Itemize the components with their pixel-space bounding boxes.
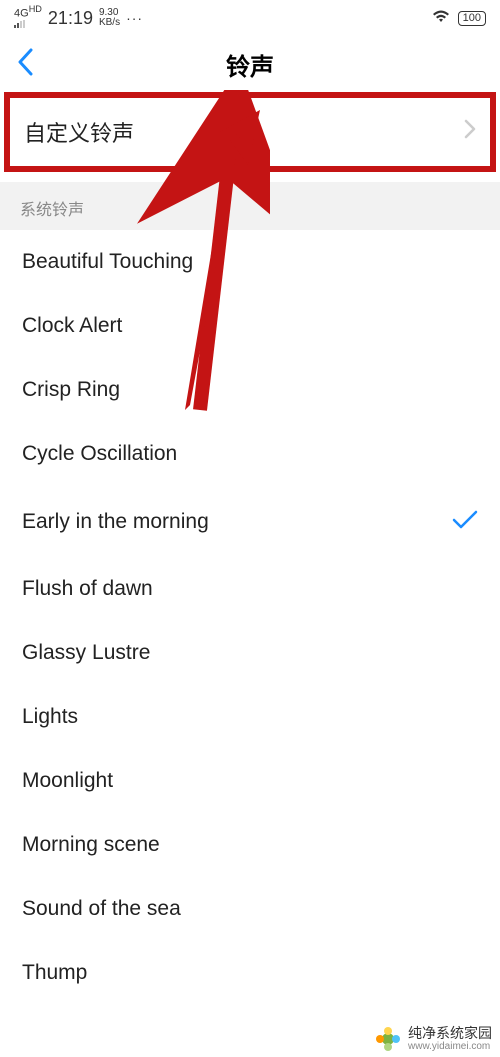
- custom-ringtone-row[interactable]: 自定义铃声: [4, 92, 496, 172]
- more-icon: ···: [126, 10, 143, 26]
- chevron-right-icon: [464, 119, 476, 145]
- nav-header: 铃声: [0, 36, 500, 92]
- ringtone-label: Flush of dawn: [22, 577, 153, 601]
- ringtone-item[interactable]: Beautiful Touching: [0, 230, 500, 294]
- ringtone-label: Clock Alert: [22, 314, 122, 338]
- ringtone-label: Moonlight: [22, 769, 113, 793]
- ringtone-label: Morning scene: [22, 833, 160, 857]
- ringtone-list: Beautiful Touching Clock Alert Crisp Rin…: [0, 230, 500, 1005]
- network-speed: 9.30KB/s: [99, 8, 120, 28]
- watermark: 纯净系统家园 www.yidaimei.com: [366, 1021, 500, 1057]
- ringtone-item[interactable]: Flush of dawn: [0, 557, 500, 621]
- ringtone-item[interactable]: Crisp Ring: [0, 358, 500, 422]
- ringtone-label: Thump: [22, 961, 87, 985]
- status-right: 100: [432, 9, 486, 28]
- ringtone-label: Glassy Lustre: [22, 641, 150, 665]
- ringtone-label: Cycle Oscillation: [22, 442, 177, 466]
- page-title: 铃声: [226, 47, 274, 82]
- ringtone-item[interactable]: Thump: [0, 941, 500, 1005]
- ringtone-label: Beautiful Touching: [22, 250, 193, 274]
- ringtone-item[interactable]: Lights: [0, 685, 500, 749]
- clock: 21:19: [48, 8, 93, 29]
- status-bar: 4GHD 21:19 9.30KB/s ··· 100: [0, 0, 500, 36]
- ringtone-item[interactable]: Cycle Oscillation: [0, 422, 500, 486]
- ringtone-item[interactable]: Glassy Lustre: [0, 621, 500, 685]
- network-indicator: 4GHD: [14, 5, 42, 31]
- ringtone-item[interactable]: Early in the morning: [0, 486, 500, 557]
- watermark-text: 纯净系统家园: [408, 1026, 492, 1041]
- ringtone-label: Early in the morning: [22, 510, 209, 534]
- status-left: 4GHD 21:19 9.30KB/s ···: [14, 5, 143, 31]
- watermark-url: www.yidaimei.com: [408, 1041, 492, 1052]
- back-button[interactable]: [16, 48, 34, 81]
- ringtone-item[interactable]: Sound of the sea: [0, 877, 500, 941]
- wifi-icon: [432, 9, 450, 28]
- custom-ringtone-label: 自定义铃声: [24, 116, 134, 148]
- ringtone-label: Sound of the sea: [22, 897, 181, 921]
- checkmark-icon: [452, 506, 478, 537]
- ringtone-item[interactable]: Clock Alert: [0, 294, 500, 358]
- ringtone-label: Crisp Ring: [22, 378, 120, 402]
- watermark-logo-icon: [374, 1025, 402, 1053]
- section-header-system: 系统铃声: [0, 182, 500, 230]
- ringtone-item[interactable]: Morning scene: [0, 813, 500, 877]
- ringtone-item[interactable]: Moonlight: [0, 749, 500, 813]
- ringtone-label: Lights: [22, 705, 78, 729]
- battery-indicator: 100: [458, 11, 486, 26]
